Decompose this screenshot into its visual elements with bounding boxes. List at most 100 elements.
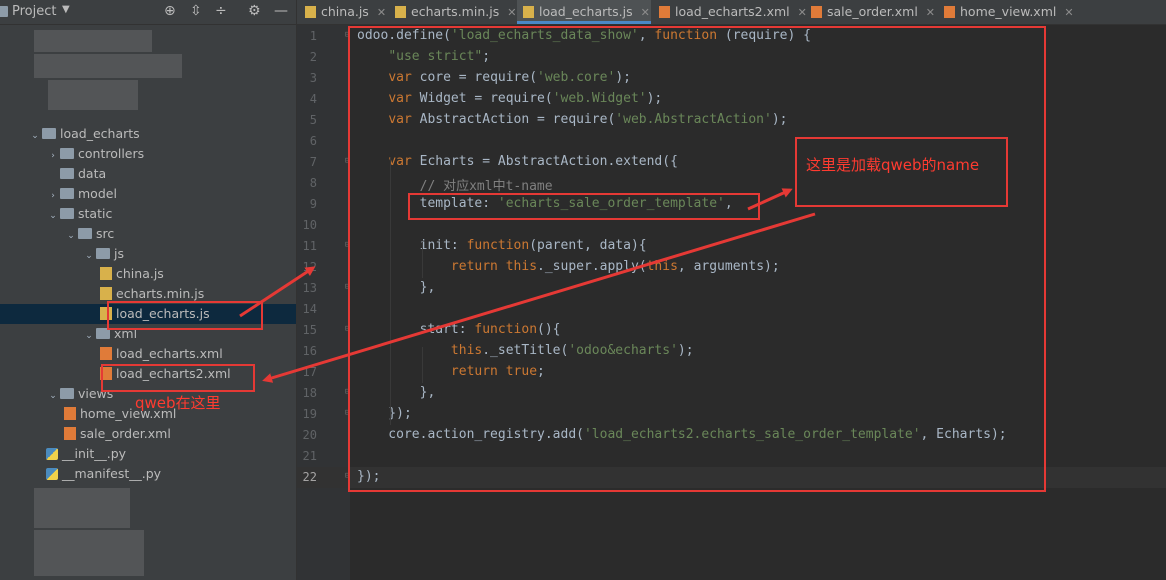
tree-item-label: src: [96, 226, 115, 241]
line-number: 9: [309, 197, 317, 211]
chevron-down-icon[interactable]: ⌄: [28, 126, 42, 146]
xml-file-icon: [100, 347, 112, 360]
line-number: 1: [309, 29, 317, 43]
name-note-text: 这里是加载qweb的name: [806, 156, 980, 174]
chevron-down-icon[interactable]: ⌄: [46, 386, 60, 406]
line-number: 6: [309, 134, 317, 148]
js-file-icon: [100, 287, 112, 300]
xml-file-icon: [64, 407, 76, 420]
editor-tab-label: home_view.xml: [960, 4, 1057, 19]
chevron-down-icon[interactable]: ⌄: [82, 326, 96, 346]
xml-file-highlight-box: [101, 364, 255, 392]
line-number: 12: [302, 260, 317, 274]
template-highlight-box: [408, 193, 760, 220]
tree-item[interactable]: data: [46, 164, 106, 184]
tree-item[interactable]: sale_order.xml: [64, 424, 171, 444]
xml-file-icon: [659, 5, 670, 18]
crosshair-icon[interactable]: ⊕: [164, 3, 176, 19]
line-number: 11: [302, 239, 317, 253]
folder-icon: [60, 148, 74, 159]
editor-tab[interactable]: sale_order.xml ✕: [805, 0, 936, 24]
tree-item[interactable]: __init__.py: [46, 444, 126, 464]
editor-tab-label: echarts.min.js: [411, 4, 500, 19]
chevron-down-icon[interactable]: ▼: [62, 4, 70, 15]
tree-item[interactable]: china.js: [100, 264, 164, 284]
chevron-down-icon[interactable]: ⌄: [46, 206, 60, 226]
editor-tab[interactable]: echarts.min.js ✕: [389, 0, 516, 24]
tree-item-label: load_echarts.xml: [116, 346, 223, 361]
expand-all-icon[interactable]: ÷: [215, 3, 227, 19]
editor-tab-label: load_echarts2.xml: [675, 4, 790, 19]
xml-file-icon: [64, 427, 76, 440]
tree-item-label: controllers: [78, 146, 145, 161]
tree-item-label: __init__.py: [62, 446, 127, 461]
folder-icon: [96, 248, 110, 259]
collapse-all-icon[interactable]: ⇳: [190, 3, 202, 19]
line-number: 19: [302, 407, 317, 421]
js-file-icon: [523, 5, 534, 18]
redacted-area: [34, 530, 144, 576]
editor-tab[interactable]: china.js ✕: [299, 0, 387, 24]
tree-item[interactable]: › controllers: [46, 144, 144, 164]
editor-tab[interactable]: home_view.xml ✕: [938, 0, 1074, 24]
line-number: 13: [302, 281, 317, 295]
close-icon[interactable]: ✕: [507, 6, 516, 19]
editor-tab-label: sale_order.xml: [827, 4, 918, 19]
tree-item[interactable]: ⌄ load_echarts: [28, 124, 140, 146]
chevron-down-icon[interactable]: ⌄: [82, 246, 96, 266]
tree-item-label: model: [78, 186, 117, 201]
chevron-right-icon[interactable]: ›: [46, 186, 60, 206]
close-icon[interactable]: ✕: [926, 6, 935, 19]
line-number: 21: [302, 449, 317, 463]
tree-item-label: __manifest__.py: [62, 466, 162, 481]
redacted-area: [34, 54, 182, 78]
line-number: 7: [309, 155, 317, 169]
js-file-icon: [100, 267, 112, 280]
tree-item[interactable]: load_echarts.xml: [100, 344, 223, 364]
editor-tab[interactable]: load_echarts2.xml ✕: [653, 0, 807, 24]
tree-item-label: echarts.min.js: [116, 286, 205, 301]
folder-icon: [60, 188, 74, 199]
js-file-icon: [305, 5, 316, 18]
tree-item[interactable]: __manifest__.py: [46, 464, 161, 484]
line-number: 17: [302, 365, 317, 379]
tree-item[interactable]: ⌄ js: [82, 244, 124, 264]
minimize-icon[interactable]: —: [274, 3, 288, 19]
ide-window: Project ▼ ⊕ ⇳ ÷ ⚙ — ⌄ load_echarts › contro…: [0, 0, 1166, 580]
project-panel-title[interactable]: Project: [12, 4, 56, 19]
folder-icon: [0, 6, 8, 17]
tree-item-label: load_echarts: [60, 126, 140, 141]
line-number: 8: [309, 176, 317, 190]
line-number: 22: [302, 470, 317, 484]
line-number: 20: [302, 428, 317, 442]
tree-item-label: static: [78, 206, 113, 221]
line-number: 10: [302, 218, 317, 232]
xml-file-icon: [944, 5, 955, 18]
js-file-icon: [395, 5, 406, 18]
editor-tab[interactable]: load_echarts.js ✕: [517, 0, 651, 24]
js-file-highlight-box: [107, 301, 263, 330]
chevron-right-icon[interactable]: ›: [46, 146, 60, 166]
tree-item[interactable]: › model: [46, 184, 117, 204]
close-icon[interactable]: ✕: [641, 6, 650, 19]
editor-tab-label: china.js: [321, 4, 369, 19]
tree-item[interactable]: ⌄ src: [64, 224, 114, 244]
chevron-down-icon[interactable]: ⌄: [64, 226, 78, 246]
tree-item-label: china.js: [116, 266, 164, 281]
editor-tab-label: load_echarts.js: [539, 4, 633, 19]
close-icon[interactable]: ✕: [1064, 6, 1073, 19]
qweb-note-text: qweb在这里: [135, 394, 221, 412]
redacted-area: [34, 30, 152, 52]
tree-item-label: data: [78, 166, 107, 181]
xml-file-icon: [811, 5, 822, 18]
gear-icon[interactable]: ⚙: [248, 3, 261, 19]
close-icon[interactable]: ✕: [377, 6, 386, 19]
editor-tabs: china.js ✕ echarts.min.js ✕ load_echarts.js ✕…: [297, 0, 1166, 25]
line-number: 2: [309, 50, 317, 64]
line-number: 16: [302, 344, 317, 358]
line-number: 15: [302, 323, 317, 337]
line-number: 18: [302, 386, 317, 400]
folder-icon: [60, 168, 74, 179]
tree-item[interactable]: ⌄ static: [46, 204, 112, 224]
project-panel: Project ▼ ⊕ ⇳ ÷ ⚙ — ⌄ load_echarts › contro…: [0, 0, 297, 580]
